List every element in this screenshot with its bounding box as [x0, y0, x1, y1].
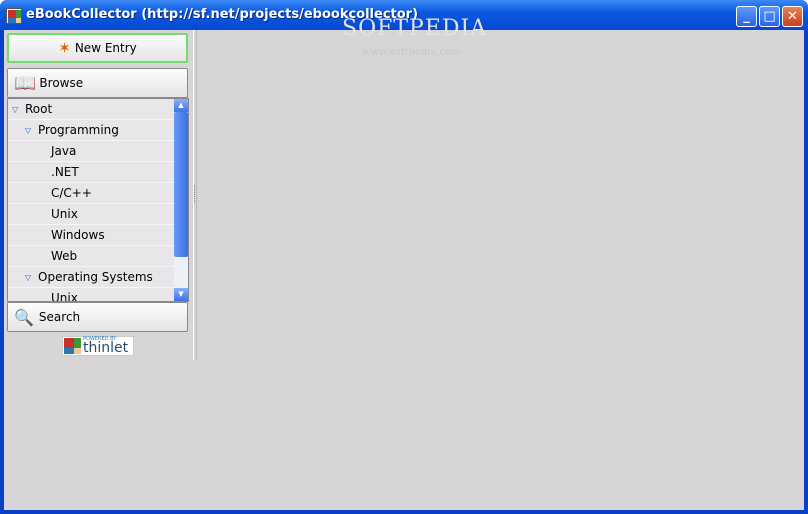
app-window: eBookCollector (http://sf.net/projects/e…: [0, 0, 808, 514]
tree-item-label: Unix: [51, 291, 78, 302]
thinlet-logo: POWERED BY thinlet: [62, 336, 134, 356]
category-tree[interactable]: ▲ ▼ ▽ Root ▽ Programming Java .NET C/C++ Unix Wi…: [7, 98, 189, 302]
tree-scrollbar[interactable]: ▲ ▼: [174, 99, 188, 301]
new-entry-button[interactable]: ✶ New Entry: [7, 33, 188, 63]
minimize-button[interactable]: _: [736, 6, 757, 27]
app-icon: [6, 8, 22, 24]
tree-item-label: .NET: [51, 165, 79, 179]
tree-item[interactable]: ▽ Programming: [8, 120, 175, 141]
splitter-grip[interactable]: [194, 185, 196, 203]
expand-triangle-icon[interactable]: ▽: [25, 273, 38, 282]
client-area: SOFTPEDIA www.softpedia.com ✶ New Entry …: [4, 16, 804, 510]
tree-item[interactable]: Web: [8, 246, 175, 267]
tree-item-label: Web: [51, 249, 78, 263]
search-label: Search: [38, 310, 81, 324]
tree-item[interactable]: Windows: [8, 225, 175, 246]
scroll-thumb[interactable]: [174, 112, 188, 257]
tree-item-label: Java: [51, 144, 77, 158]
watermark-logo: SOFTPEDIA: [342, 16, 488, 41]
tree-item[interactable]: ▽ Operating Systems: [8, 267, 175, 288]
splitter-edge: [196, 30, 197, 360]
watermark-url: www.softpedia.com: [362, 47, 461, 58]
tree-item-label: C/C++: [51, 186, 92, 200]
tree-item-label: Operating Systems: [38, 270, 153, 284]
expand-triangle-icon[interactable]: ▽: [12, 105, 25, 114]
tree-item[interactable]: C/C++: [8, 183, 175, 204]
tree-item[interactable]: ▽ Root: [8, 99, 175, 120]
tree-item[interactable]: Java: [8, 141, 175, 162]
book-icon: 📖: [14, 72, 37, 94]
logo-name: thinlet: [83, 340, 129, 356]
scroll-up-arrow[interactable]: ▲: [174, 99, 188, 112]
browse-label: Browse: [39, 76, 84, 90]
magnifier-icon: 🔍: [14, 307, 34, 327]
tree-item-label: Root: [25, 102, 53, 116]
left-panel: ✶ New Entry 📖 Browse ▲ ▼ ▽ Root ▽ Programmi…: [4, 30, 193, 360]
search-button[interactable]: 🔍 Search: [7, 302, 188, 332]
maximize-button[interactable]: □: [759, 6, 780, 27]
tree-item-label: Unix: [51, 207, 78, 221]
browse-button[interactable]: 📖 Browse: [7, 68, 188, 98]
new-entry-label: New Entry: [74, 41, 137, 55]
close-button[interactable]: ✕: [782, 6, 803, 27]
tree-item-label: Windows: [51, 228, 105, 242]
scroll-down-arrow[interactable]: ▼: [174, 288, 188, 301]
new-document-icon: ✶: [58, 39, 71, 57]
tree-item[interactable]: .NET: [8, 162, 175, 183]
tree-item-label: Programming: [38, 123, 119, 137]
expand-triangle-icon[interactable]: ▽: [25, 126, 38, 135]
tree-item[interactable]: Unix: [8, 288, 175, 302]
tree-item[interactable]: Unix: [8, 204, 175, 225]
